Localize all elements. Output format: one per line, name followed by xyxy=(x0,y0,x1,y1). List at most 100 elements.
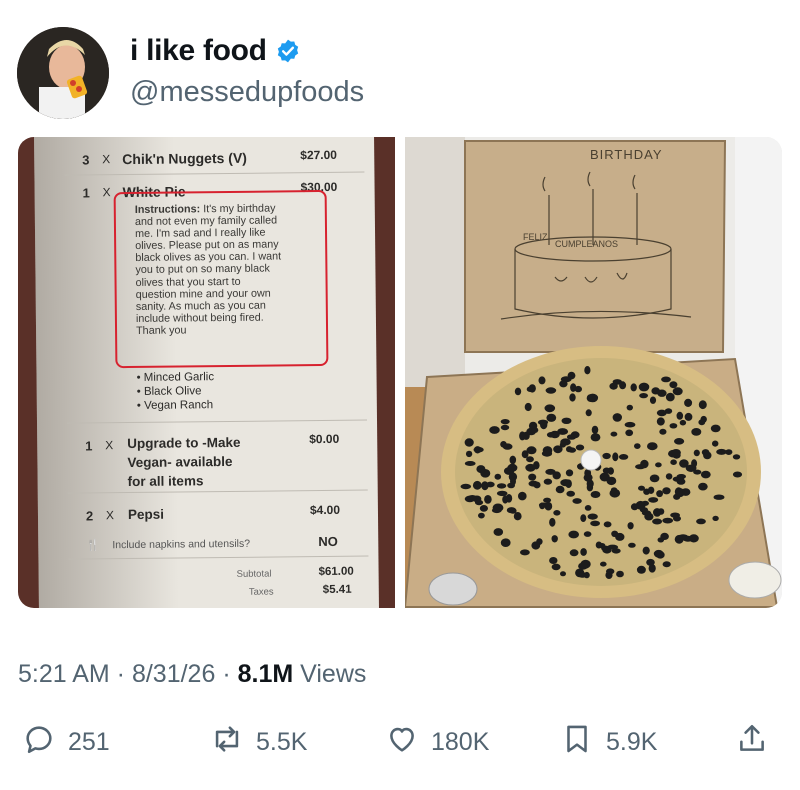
olive-slice xyxy=(585,409,592,417)
olive-slice xyxy=(657,389,667,397)
item-qty: 2 xyxy=(85,508,94,524)
upgrade-line: for all items xyxy=(127,473,204,490)
olive-slice xyxy=(634,443,641,449)
olive-slice xyxy=(465,450,473,458)
olive-slice xyxy=(464,461,476,466)
olive-slice xyxy=(500,538,511,547)
olive-slice xyxy=(713,494,725,500)
display-name[interactable]: i like food xyxy=(130,34,301,68)
taxes-label: Taxes xyxy=(248,586,274,598)
olive-slice xyxy=(578,572,587,578)
avatar[interactable] xyxy=(17,27,109,119)
bookmark-button[interactable]: 5.9K xyxy=(560,722,657,763)
instructions-line: include without being fired. xyxy=(135,311,264,325)
like-button[interactable]: 180K xyxy=(385,722,489,763)
receipt-photo[interactable]: 3 X Chik'n Nuggets (V) $27.00 1 X White … xyxy=(18,137,395,608)
olive-slice xyxy=(526,446,537,455)
bookmark-count: 5.9K xyxy=(606,728,658,756)
olive-slice xyxy=(712,515,719,521)
olive-slice xyxy=(603,521,612,528)
olive-slice xyxy=(691,459,698,468)
olive-slice xyxy=(587,513,598,520)
olive-slice xyxy=(526,456,534,463)
olive-slice xyxy=(508,472,518,482)
cake-text-left: FELIZ xyxy=(523,232,548,242)
olive-slice xyxy=(565,479,572,489)
olive-slice xyxy=(502,443,513,450)
olive-slice xyxy=(618,454,629,460)
user-handle[interactable]: @messedupfoods xyxy=(130,76,364,109)
olive-slice xyxy=(559,441,566,448)
repost-button[interactable]: 5.5K xyxy=(210,722,307,763)
olive-slice xyxy=(671,449,681,457)
olive-slice xyxy=(570,383,577,392)
olive-slice xyxy=(472,480,482,490)
olive-slice xyxy=(612,413,622,422)
olive-slice xyxy=(636,565,646,574)
item-qty: 1 xyxy=(85,438,93,454)
share-button[interactable] xyxy=(735,722,769,763)
olive-slice xyxy=(543,497,552,503)
olive-slice xyxy=(502,495,509,504)
olive-slice xyxy=(513,512,522,521)
olive-slice xyxy=(525,463,536,472)
olive-slice xyxy=(653,508,662,517)
tweet-timestamp[interactable]: 5:21 AM · 8/31/26 · 8.1M Views xyxy=(18,660,366,689)
olive-slice xyxy=(606,476,617,486)
cake-text-right: CUMPLEANOS xyxy=(555,239,618,249)
olive-slice xyxy=(509,455,517,465)
olive-slice xyxy=(538,376,546,385)
pizza-photo[interactable]: BIRTHDAY FELIZ CUMPLEANOS xyxy=(405,137,782,608)
olive-slice xyxy=(478,512,485,519)
date-text[interactable]: 8/31/26 xyxy=(132,660,215,688)
olive-slice xyxy=(500,419,510,425)
olive-slice xyxy=(569,549,579,557)
item-x: X xyxy=(102,152,111,167)
olive-slice xyxy=(626,404,633,411)
olive-slice xyxy=(693,449,700,457)
olive-slice xyxy=(518,491,527,501)
reply-button[interactable]: 251 xyxy=(22,722,110,763)
olive-slice xyxy=(484,495,492,504)
item-name: Chik'n Nuggets (V) xyxy=(122,149,248,168)
olive-slice xyxy=(559,380,568,388)
olive-slice xyxy=(557,428,569,435)
instructions-line: you to put on so many black xyxy=(135,263,270,277)
olive-slice xyxy=(551,563,561,571)
olive-slice xyxy=(698,482,708,491)
olive-slice xyxy=(474,446,482,454)
olive-slice xyxy=(489,426,500,434)
instructions-line: Thank you xyxy=(135,324,187,337)
olive-slice xyxy=(659,428,667,435)
olive-slice xyxy=(565,469,574,477)
olive-slice xyxy=(514,387,522,396)
olive-slice xyxy=(642,546,650,555)
olive-slice xyxy=(732,471,743,478)
olive-slice xyxy=(669,381,678,389)
olive-slice xyxy=(602,452,611,460)
olive-slice xyxy=(656,409,667,417)
olive-slice xyxy=(476,465,486,474)
olive-slice xyxy=(544,404,556,413)
item-qty: 1 xyxy=(82,185,90,201)
olive-slice xyxy=(612,452,619,462)
item-x: X xyxy=(105,508,115,523)
olive-slice xyxy=(546,413,557,422)
olive-slice xyxy=(561,417,572,424)
repost-count: 5.5K xyxy=(256,728,308,756)
olive-slice xyxy=(648,497,659,503)
olive-slice xyxy=(703,451,712,460)
olive-slice xyxy=(460,483,472,490)
item-price: $0.00 xyxy=(309,431,340,447)
time-text[interactable]: 5:21 AM xyxy=(18,660,110,688)
olive-slice xyxy=(647,486,655,494)
display-name-text[interactable]: i like food xyxy=(130,34,267,68)
tweet-media[interactable]: 3 X Chik'n Nuggets (V) $27.00 1 X White … xyxy=(18,137,782,608)
olive-slice xyxy=(538,502,548,508)
upgrade-line: Upgrade to -Make xyxy=(127,434,241,452)
olive-slice xyxy=(545,387,557,394)
olive-slice xyxy=(600,561,607,567)
olive-slice xyxy=(639,393,648,399)
olive-slice xyxy=(549,557,558,564)
olive-slice xyxy=(712,440,719,447)
